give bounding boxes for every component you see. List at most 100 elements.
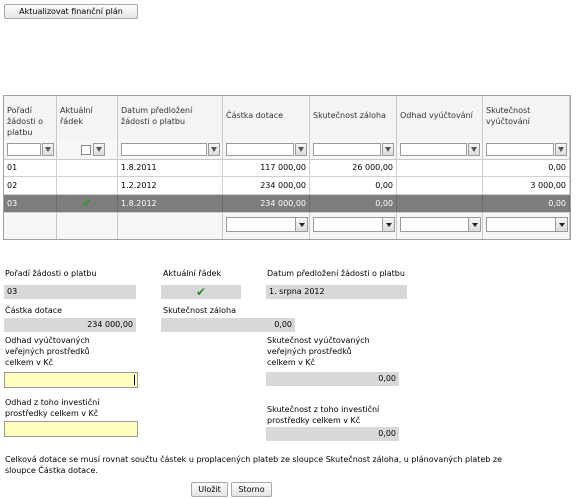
odhad-invest-label: Odhad z toho investiční prostředky celke… [5,397,99,419]
skut-invest-label-line: prostředky celkem v Kč [267,416,361,425]
chevron-down-icon[interactable] [555,218,567,231]
cell-poradi: 01 [4,159,57,176]
filter-row [4,140,570,160]
aggregate-dropdown-vyuctovani[interactable] [486,217,568,232]
col-header-castka[interactable]: Částka dotace [223,96,310,140]
filter-input-zaloha[interactable] [313,143,381,156]
skut-invest-field: 0,00 [266,427,399,441]
skut-invest-label: Skutečnost z toho investiční prostředky … [267,404,379,426]
poradi-label: Pořadí žádosti o platbu [5,269,97,278]
aggregate-cell-castka [223,213,310,239]
col-header-aktualni[interactable]: Aktuální řádek [57,96,118,140]
filter-input-odhad[interactable] [400,143,467,156]
table-row-selected[interactable]: 03 ✔ 1.8.2012 234 000,00 0,00 0,00 [4,195,570,213]
checkmark-icon: ✔ [81,196,93,210]
save-button[interactable]: Uložit [191,482,228,497]
validation-note-line: sloupce Částka dotace. [5,466,98,475]
update-financial-plan-button[interactable]: Aktualizovat finanční plán [4,4,138,19]
validation-note: Celková dotace se musí rovnat součtu čás… [5,454,570,476]
cell-vyuctovani: 0,00 [483,159,570,176]
cell-castka: 234 000,00 [223,177,310,194]
filter-icon[interactable] [208,143,220,156]
aggregate-cell [57,213,118,239]
odhad-verejne-label-line: celkem v Kč [5,358,54,367]
odhad-verejne-label-line: Odhad vyúčtovaných [5,336,90,345]
cell-poradi: 03 [4,195,57,212]
aggregate-row [4,213,570,239]
filter-icon[interactable] [295,143,307,156]
filter-icon[interactable] [555,143,567,156]
odhad-invest-input[interactable] [4,421,138,437]
cell-aktualni [57,177,118,194]
cell-zaloha: 26 000,00 [310,159,397,176]
odhad-verejne-label: Odhad vyúčtovaných veřejných prostředků … [5,335,90,368]
cell-aktualni: ✔ [57,195,118,212]
filter-cell-datum [118,140,223,159]
cell-odhad [397,159,483,176]
payment-requests-grid: Pořadí žádosti o platbu Aktuální řádek D… [3,95,571,240]
aktualni-label: Aktuální řádek [163,269,222,278]
cancel-button[interactable]: Storno [231,482,272,497]
datum-field: 1. srpna 2012 [266,285,407,299]
filter-checkbox-aktualni[interactable] [81,145,91,155]
cell-datum: 1.8.2012 [118,195,223,212]
cell-castka: 117 000,00 [223,159,310,176]
cell-aktualni [57,159,118,176]
aggregate-dropdown-zaloha[interactable] [313,217,395,232]
filter-icon[interactable] [42,143,54,156]
cell-odhad [397,177,483,194]
aggregate-cell [4,213,57,239]
skut-verejne-label-line: veřejných prostředků [267,347,352,356]
aggregate-dropdown-castka[interactable] [226,217,308,232]
filter-input-castka[interactable] [226,143,294,156]
col-header-odhad[interactable]: Odhad vyúčtování [397,96,483,140]
cell-poradi: 02 [4,177,57,194]
filter-cell-aktualni [57,140,118,159]
cell-zaloha: 0,00 [310,195,397,212]
table-row[interactable]: 02 1.2.2012 234 000,00 0,00 3 000,00 [4,177,570,195]
checkmark-icon: ✔ [195,285,207,299]
cell-zaloha: 0,00 [310,177,397,194]
filter-cell-zaloha [310,140,397,159]
odhad-invest-label-line: prostředky celkem v Kč [5,409,99,418]
aggregate-cell-vyuctovani [483,213,570,239]
filter-cell-castka [223,140,310,159]
zaloha-field: 0,00 [161,318,295,332]
filter-input-vyuctovani[interactable] [486,143,554,156]
filter-input-poradi[interactable] [7,143,41,156]
filter-icon[interactable] [468,143,480,156]
text-cursor [134,375,135,385]
odhad-verejne-label-line: veřejných prostředků [5,347,90,356]
cell-odhad [397,195,483,212]
validation-note-line: Celková dotace se musí rovnat součtu čás… [5,455,503,464]
filter-cell-vyuctovani [483,140,570,159]
col-header-vyuctovani[interactable]: Skutečnost vyúčtování [483,96,570,140]
filter-cell-poradi [4,140,57,159]
skut-verejne-label: Skutečnost vyúčtovaných veřejných prostř… [267,335,370,368]
filter-icon[interactable] [93,143,105,156]
filter-icon[interactable] [382,143,394,156]
odhad-verejne-input[interactable] [4,372,138,388]
aggregate-cell-zaloha [310,213,397,239]
aggregate-dropdown-odhad[interactable] [400,217,481,232]
col-header-poradi[interactable]: Pořadí žádosti o platbu [4,96,57,140]
filter-cell-odhad [397,140,483,159]
skut-verejne-field: 0,00 [266,372,399,386]
chevron-down-icon[interactable] [468,218,480,231]
cell-datum: 1.2.2012 [118,177,223,194]
castka-field: 234 000,00 [4,318,136,332]
filter-input-datum[interactable] [121,143,207,156]
castka-label: Částka dotace [5,306,63,315]
chevron-down-icon[interactable] [382,218,394,231]
poradi-field: 03 [4,285,136,299]
col-header-zaloha[interactable]: Skutečnost záloha [310,96,397,140]
datum-label: Datum předložení žádosti o platbu [267,269,405,278]
skut-verejne-label-line: celkem v Kč [267,358,316,367]
cell-vyuctovani: 3 000,00 [483,177,570,194]
chevron-down-icon[interactable] [295,218,307,231]
col-header-datum[interactable]: Datum předložení žádosti o platbu [118,96,223,140]
table-row[interactable]: 01 1.8.2011 117 000,00 26 000,00 0,00 [4,159,570,177]
aktualni-field: ✔ [161,285,241,299]
cell-datum: 1.8.2011 [118,159,223,176]
cell-castka: 234 000,00 [223,195,310,212]
